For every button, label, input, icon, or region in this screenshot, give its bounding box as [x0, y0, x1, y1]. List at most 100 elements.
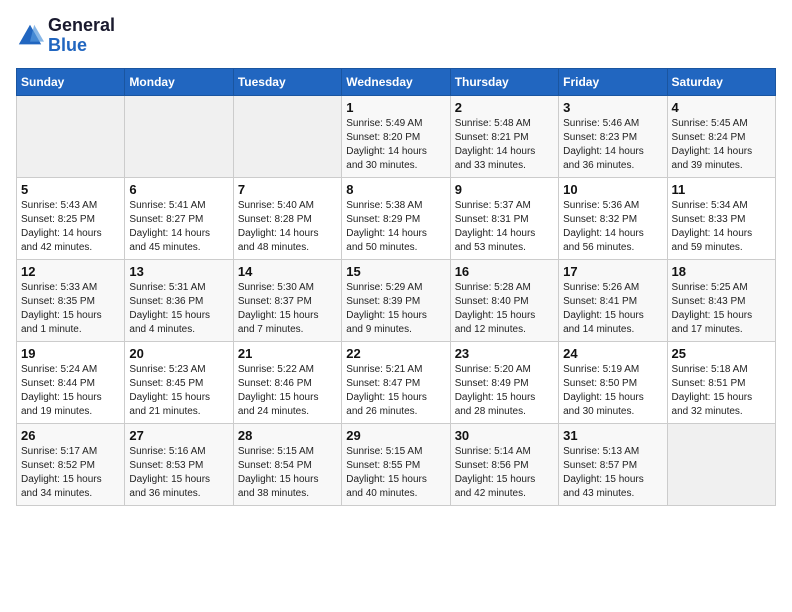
- day-number: 30: [455, 428, 554, 443]
- day-info: Sunrise: 5:38 AM Sunset: 8:29 PM Dayligh…: [346, 199, 445, 255]
- calendar-day: 29 Sunrise: 5:15 AM Sunset: 8:55 PM Dayli…: [342, 423, 450, 505]
- day-info: Sunrise: 5:22 AM Sunset: 8:46 PM Dayligh…: [238, 363, 337, 419]
- calendar-day: [125, 95, 233, 177]
- day-number: 13: [129, 264, 228, 279]
- calendar-day: 11 Sunrise: 5:34 AM Sunset: 8:33 PM Dayli…: [667, 177, 775, 259]
- calendar-header: SundayMondayTuesdayWednesdayThursdayFrid…: [17, 68, 776, 95]
- day-info: Sunrise: 5:13 AM Sunset: 8:57 PM Dayligh…: [563, 445, 662, 501]
- calendar-day: 12Sunrise: 5:33 AM Sunset: 8:35 PM Dayli…: [17, 259, 125, 341]
- day-number: 5: [21, 182, 120, 197]
- calendar-day: [17, 95, 125, 177]
- calendar-week-3: 12Sunrise: 5:33 AM Sunset: 8:35 PM Dayli…: [17, 259, 776, 341]
- day-number: 23: [455, 346, 554, 361]
- calendar-day: 22 Sunrise: 5:21 AM Sunset: 8:47 PM Dayli…: [342, 341, 450, 423]
- logo: General Blue: [16, 16, 115, 56]
- day-info: Sunrise: 5:46 AM Sunset: 8:23 PM Dayligh…: [563, 117, 662, 173]
- day-info: Sunrise: 5:43 AM Sunset: 8:25 PM Dayligh…: [21, 199, 120, 255]
- calendar-day: 5 Sunrise: 5:43 AM Sunset: 8:25 PM Daylig…: [17, 177, 125, 259]
- calendar-day: [667, 423, 775, 505]
- day-info: Sunrise: 5:18 AM Sunset: 8:51 PM Dayligh…: [672, 363, 771, 419]
- calendar-week-1: 1 Sunrise: 5:49 AM Sunset: 8:20 PM Daylig…: [17, 95, 776, 177]
- day-info: Sunrise: 5:29 AM Sunset: 8:39 PM Dayligh…: [346, 281, 445, 337]
- day-number: 6: [129, 182, 228, 197]
- calendar-table: SundayMondayTuesdayWednesdayThursdayFrid…: [16, 68, 776, 506]
- day-number: 27: [129, 428, 228, 443]
- weekday-header-monday: Monday: [125, 68, 233, 95]
- day-number: 3: [563, 100, 662, 115]
- day-number: 11: [672, 182, 771, 197]
- calendar-day: 14 Sunrise: 5:30 AM Sunset: 8:37 PM Dayli…: [233, 259, 341, 341]
- calendar-day: 1 Sunrise: 5:49 AM Sunset: 8:20 PM Daylig…: [342, 95, 450, 177]
- day-number: 14: [238, 264, 337, 279]
- calendar-day: 4Sunrise: 5:45 AM Sunset: 8:24 PM Daylig…: [667, 95, 775, 177]
- page-header: General Blue: [16, 16, 776, 56]
- day-info: Sunrise: 5:49 AM Sunset: 8:20 PM Dayligh…: [346, 117, 445, 173]
- day-info: Sunrise: 5:23 AM Sunset: 8:45 PM Dayligh…: [129, 363, 228, 419]
- weekday-header-wednesday: Wednesday: [342, 68, 450, 95]
- calendar-day: 20 Sunrise: 5:23 AM Sunset: 8:45 PM Dayli…: [125, 341, 233, 423]
- day-number: 21: [238, 346, 337, 361]
- day-number: 29: [346, 428, 445, 443]
- day-number: 22: [346, 346, 445, 361]
- weekday-header-saturday: Saturday: [667, 68, 775, 95]
- calendar-day: 25 Sunrise: 5:18 AM Sunset: 8:51 PM Dayli…: [667, 341, 775, 423]
- calendar-day: 8Sunrise: 5:38 AM Sunset: 8:29 PM Daylig…: [342, 177, 450, 259]
- day-info: Sunrise: 5:28 AM Sunset: 8:40 PM Dayligh…: [455, 281, 554, 337]
- day-info: Sunrise: 5:14 AM Sunset: 8:56 PM Dayligh…: [455, 445, 554, 501]
- day-number: 17: [563, 264, 662, 279]
- calendar-day: 3 Sunrise: 5:46 AM Sunset: 8:23 PM Daylig…: [559, 95, 667, 177]
- day-number: 20: [129, 346, 228, 361]
- calendar-day: 30 Sunrise: 5:14 AM Sunset: 8:56 PM Dayli…: [450, 423, 558, 505]
- calendar-week-2: 5 Sunrise: 5:43 AM Sunset: 8:25 PM Daylig…: [17, 177, 776, 259]
- day-info: Sunrise: 5:31 AM Sunset: 8:36 PM Dayligh…: [129, 281, 228, 337]
- calendar-day: 9 Sunrise: 5:37 AM Sunset: 8:31 PM Daylig…: [450, 177, 558, 259]
- calendar-day: 23 Sunrise: 5:20 AM Sunset: 8:49 PM Dayli…: [450, 341, 558, 423]
- day-info: Sunrise: 5:21 AM Sunset: 8:47 PM Dayligh…: [346, 363, 445, 419]
- day-info: Sunrise: 5:48 AM Sunset: 8:21 PM Dayligh…: [455, 117, 554, 173]
- calendar-day: 2 Sunrise: 5:48 AM Sunset: 8:21 PM Daylig…: [450, 95, 558, 177]
- calendar-day: 26Sunrise: 5:17 AM Sunset: 8:52 PM Dayli…: [17, 423, 125, 505]
- calendar-day: 13 Sunrise: 5:31 AM Sunset: 8:36 PM Dayli…: [125, 259, 233, 341]
- weekday-header-sunday: Sunday: [17, 68, 125, 95]
- day-info: Sunrise: 5:30 AM Sunset: 8:37 PM Dayligh…: [238, 281, 337, 337]
- logo-icon: [16, 22, 44, 50]
- day-info: Sunrise: 5:33 AM Sunset: 8:35 PM Dayligh…: [21, 281, 120, 337]
- day-info: Sunrise: 5:36 AM Sunset: 8:32 PM Dayligh…: [563, 199, 662, 255]
- day-info: Sunrise: 5:20 AM Sunset: 8:49 PM Dayligh…: [455, 363, 554, 419]
- calendar-day: 17 Sunrise: 5:26 AM Sunset: 8:41 PM Dayli…: [559, 259, 667, 341]
- day-info: Sunrise: 5:15 AM Sunset: 8:55 PM Dayligh…: [346, 445, 445, 501]
- calendar-week-4: 19Sunrise: 5:24 AM Sunset: 8:44 PM Dayli…: [17, 341, 776, 423]
- day-number: 10: [563, 182, 662, 197]
- day-number: 15: [346, 264, 445, 279]
- day-info: Sunrise: 5:41 AM Sunset: 8:27 PM Dayligh…: [129, 199, 228, 255]
- calendar-day: 24Sunrise: 5:19 AM Sunset: 8:50 PM Dayli…: [559, 341, 667, 423]
- day-info: Sunrise: 5:19 AM Sunset: 8:50 PM Dayligh…: [563, 363, 662, 419]
- calendar-day: 15 Sunrise: 5:29 AM Sunset: 8:39 PM Dayli…: [342, 259, 450, 341]
- calendar-week-5: 26Sunrise: 5:17 AM Sunset: 8:52 PM Dayli…: [17, 423, 776, 505]
- calendar-day: 31 Sunrise: 5:13 AM Sunset: 8:57 PM Dayli…: [559, 423, 667, 505]
- day-number: 1: [346, 100, 445, 115]
- calendar-day: 21 Sunrise: 5:22 AM Sunset: 8:46 PM Dayli…: [233, 341, 341, 423]
- calendar-day: [233, 95, 341, 177]
- logo-text: General Blue: [48, 16, 115, 56]
- day-info: Sunrise: 5:16 AM Sunset: 8:53 PM Dayligh…: [129, 445, 228, 501]
- day-info: Sunrise: 5:17 AM Sunset: 8:52 PM Dayligh…: [21, 445, 120, 501]
- day-number: 31: [563, 428, 662, 443]
- day-number: 25: [672, 346, 771, 361]
- day-info: Sunrise: 5:34 AM Sunset: 8:33 PM Dayligh…: [672, 199, 771, 255]
- day-info: Sunrise: 5:45 AM Sunset: 8:24 PM Dayligh…: [672, 117, 771, 173]
- day-number: 16: [455, 264, 554, 279]
- day-number: 19: [21, 346, 120, 361]
- calendar-day: 16 Sunrise: 5:28 AM Sunset: 8:40 PM Dayli…: [450, 259, 558, 341]
- calendar-day: 27 Sunrise: 5:16 AM Sunset: 8:53 PM Dayli…: [125, 423, 233, 505]
- day-info: Sunrise: 5:37 AM Sunset: 8:31 PM Dayligh…: [455, 199, 554, 255]
- day-number: 7: [238, 182, 337, 197]
- day-info: Sunrise: 5:26 AM Sunset: 8:41 PM Dayligh…: [563, 281, 662, 337]
- day-number: 18: [672, 264, 771, 279]
- calendar-day: 18Sunrise: 5:25 AM Sunset: 8:43 PM Dayli…: [667, 259, 775, 341]
- day-info: Sunrise: 5:15 AM Sunset: 8:54 PM Dayligh…: [238, 445, 337, 501]
- calendar-day: 7Sunrise: 5:40 AM Sunset: 8:28 PM Daylig…: [233, 177, 341, 259]
- day-number: 2: [455, 100, 554, 115]
- day-number: 9: [455, 182, 554, 197]
- calendar-day: 10 Sunrise: 5:36 AM Sunset: 8:32 PM Dayli…: [559, 177, 667, 259]
